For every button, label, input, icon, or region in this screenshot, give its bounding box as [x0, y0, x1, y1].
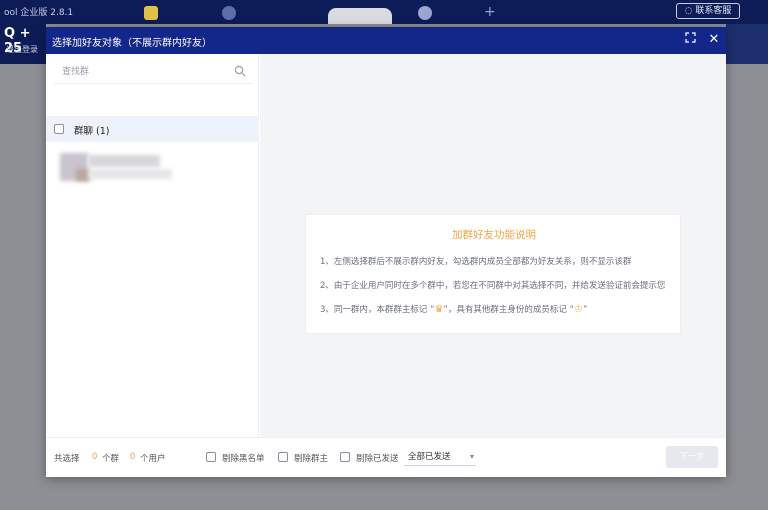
group-label: 群聊 (1) [74, 126, 110, 137]
feature-info-card: 加群好友功能说明 1、左侧选择群后不展示群内好友，勾选群内成员全部都为好友关系，… [305, 214, 681, 334]
dialog-title: 选择加好友对象（不展示群内好友） [52, 38, 212, 49]
selected-prefix: 共选择 [54, 454, 80, 464]
app-sidebar: Q + 25 退出登录 [0, 24, 46, 64]
exclude-sent-label: 剔除已发送 [356, 454, 399, 464]
close-icon[interactable]: ✕ [706, 32, 722, 48]
blurred-group-member[interactable] [60, 153, 172, 183]
group-row[interactable]: 群聊 (1) [46, 116, 259, 142]
search-icon[interactable] [234, 65, 248, 79]
info-line-1: 1、左侧选择群后不展示群内好友，勾选群内成员全部都为好友关系，则不显示该群 [320, 257, 632, 267]
sent-scope-select[interactable]: 全部已发送 ▾ [404, 448, 476, 466]
member-name-blur [88, 155, 160, 167]
contact-support-button[interactable]: ◌ 联系客服 [676, 3, 740, 19]
info-panel: 加群好友功能说明 1、左侧选择群后不展示群内好友，勾选群内成员全部都为好友关系，… [260, 54, 726, 437]
nav-profile-icon[interactable] [418, 6, 432, 20]
group-unit: 个群 [102, 454, 120, 464]
selected-user-count: 0 [130, 452, 136, 462]
headset-icon: ◌ [684, 6, 693, 16]
group-list-panel: 群聊 (1) [46, 54, 259, 437]
app-top-bar: ool 企业版 2.8.1 + ◌ 联系客服 [0, 0, 768, 24]
nav-folder-icon[interactable] [144, 6, 158, 20]
info-line-3: 3、同一群内，本群群主标记 “♛”，具有其他群主身份的成员标记 “♔” [320, 303, 676, 315]
dialog-footer: 共选择 0 个群 0 个用户 剔除黑名单 剔除群主 剔除已发送 全部已发送 ▾ … [46, 437, 726, 477]
exclude-blacklist-checkbox[interactable] [206, 452, 216, 462]
exclude-sent-checkbox[interactable] [340, 452, 350, 462]
fullscreen-icon[interactable] [682, 32, 698, 48]
info-line-3-end: ” [582, 305, 588, 315]
exclude-owner-label: 剔除群主 [294, 454, 329, 464]
dialog-header: 选择加好友对象（不展示群内好友） ✕ [46, 27, 726, 54]
logout-link[interactable]: 退出登录 [6, 44, 38, 55]
app-active-tab[interactable] [328, 8, 392, 24]
exclude-blacklist-label: 剔除黑名单 [222, 454, 265, 464]
info-line-3-mid: ”，具有其他群主身份的成员标记 “ [443, 305, 574, 315]
nav-add-icon[interactable]: + [484, 5, 498, 20]
exclude-owner-checkbox[interactable] [278, 452, 288, 462]
group-checkbox[interactable] [54, 124, 64, 134]
next-step-button[interactable]: 下一步 [666, 446, 718, 468]
info-title: 加群好友功能说明 [452, 229, 536, 241]
user-unit: 个用户 [140, 454, 166, 464]
select-friend-dialog: 选择加好友对象（不展示群内好友） ✕ 群聊 (1) 加群好友功能说明 1、左侧选… [46, 27, 726, 477]
sent-scope-value: 全部已发送 [408, 452, 451, 462]
selected-group-count: 0 [92, 452, 98, 462]
app-right-strip [726, 24, 768, 64]
info-line-2: 2、由于企业用户同时在多个群中，若您在不同群中对其选择不同，并给发送验证前会提示… [320, 281, 666, 291]
app-title: ool 企业版 2.8.1 [4, 8, 74, 18]
group-search-box [54, 60, 252, 84]
group-search-input[interactable] [62, 65, 222, 79]
nav-user-icon[interactable] [222, 6, 236, 20]
chevron-down-icon: ▾ [469, 452, 474, 461]
crown-outline-icon: ♔ [574, 304, 583, 315]
info-line-3-start: 3、同一群内，本群群主标记 “ [320, 305, 435, 315]
member-detail-blur [88, 169, 172, 179]
contact-support-label: 联系客服 [695, 6, 732, 16]
